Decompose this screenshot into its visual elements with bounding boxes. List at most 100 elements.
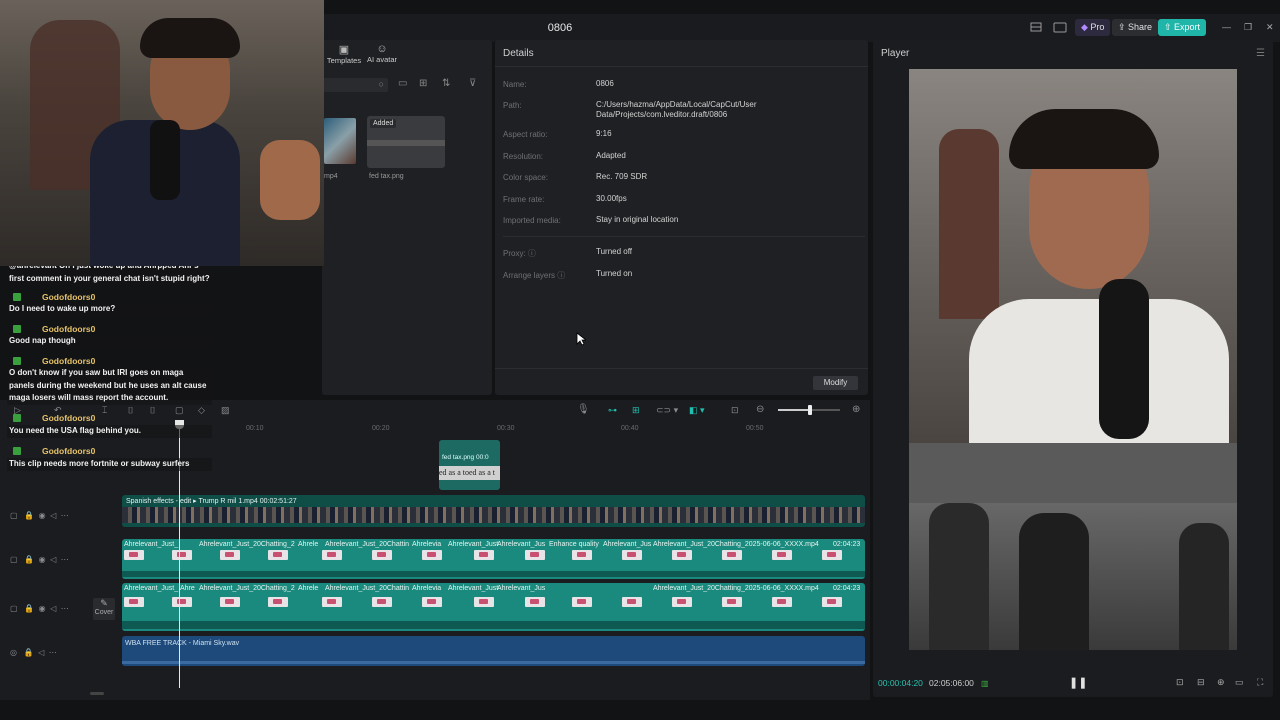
cover-button[interactable]: ✎ Cover <box>93 598 115 620</box>
pro-label: Pro <box>1090 22 1105 32</box>
audio-icon[interactable]: ◎ <box>10 648 17 657</box>
clip-track-b[interactable]: Ahrelevant_Just_ Ahre Ahrelevant_Just_20… <box>122 583 865 631</box>
clip-track-a[interactable]: Ahrelevant_Just_ Ahrelevant_Just_20Chatt… <box>122 539 865 579</box>
tab-templates[interactable]: ▣ Templates <box>326 43 362 65</box>
more-icon[interactable]: ⋯ <box>61 555 69 564</box>
close-icon[interactable]: ✕ <box>1260 19 1280 36</box>
horizontal-scrollbar[interactable] <box>90 692 104 695</box>
timecode-mode-icon[interactable]: ▥ <box>981 679 989 688</box>
zoom-out-icon[interactable]: ⊖ <box>756 404 764 415</box>
clip-label: Ahrelevant_Just_20Chatting_2 <box>199 541 295 548</box>
clip-thumbnail <box>372 550 392 560</box>
image-edit-icon[interactable]: ▨ <box>221 405 230 416</box>
ruler-tick: 00:30 <box>497 425 515 432</box>
project-title: 0806 <box>547 22 573 34</box>
microphone-icon[interactable]: 🎙 <box>577 404 590 415</box>
overlay-clip-label: fed tax.png 00:0 <box>442 454 489 461</box>
track-controls: ▢ 🔒 ◉ ◁ ⋯ <box>10 604 69 613</box>
track-hide-icon[interactable]: ▢ <box>10 604 18 613</box>
lock-icon[interactable]: 🔒 <box>24 604 34 613</box>
clip-label: Ahrelevant_Just_20Chattin <box>325 541 410 548</box>
arrange-layers-value[interactable]: Turned on <box>596 269 632 278</box>
speaker-icon[interactable]: ◁ <box>38 648 44 657</box>
search-input[interactable]: ○ <box>322 78 388 92</box>
eye-icon[interactable]: ◉ <box>39 555 46 564</box>
grid-icon[interactable]: ⊞ <box>419 78 427 89</box>
chat-message: Do I need to wake up more? <box>7 303 212 316</box>
details-panel: Details Name: 0806 Path: C:/Users/hazma/… <box>495 40 868 395</box>
link-icon[interactable]: ⊂⊃ ▾ <box>656 405 678 416</box>
overlay-image-clip[interactable]: fed tax.png 00:0 ed as a toed as a t <box>439 440 500 490</box>
speaker-icon[interactable]: ◁ <box>50 555 56 564</box>
clip-thumbnail <box>622 550 642 560</box>
clip-label: Enhance quality <box>549 541 599 548</box>
clip-thumbnail <box>672 550 692 560</box>
folder-icon[interactable]: ▭ <box>398 78 407 89</box>
ruler-tick: 00:50 <box>746 425 764 432</box>
eye-icon[interactable]: ◉ <box>39 604 46 613</box>
preview-axis-icon[interactable]: ◧ ▾ <box>689 405 705 416</box>
added-badge: Added <box>370 119 397 128</box>
lock-icon[interactable]: 🔒 <box>24 511 34 520</box>
lock-icon[interactable]: 🔒 <box>24 648 34 657</box>
eye-icon[interactable]: ◉ <box>39 511 46 520</box>
maximize-icon[interactable]: ❐ <box>1238 19 1258 36</box>
share-button[interactable]: ⇪ Share <box>1112 19 1159 36</box>
clip-thumbnail <box>220 597 240 607</box>
layout-icon[interactable] <box>1027 19 1045 36</box>
filter-icon[interactable]: ⊽ <box>469 78 476 89</box>
more-icon[interactable]: ⋯ <box>49 648 57 657</box>
track-hide-icon[interactable]: ▢ <box>10 555 18 564</box>
color-space-value: Rec. 709 SDR <box>596 172 648 181</box>
zoom-in-icon[interactable]: ⊕ <box>852 404 860 415</box>
track-controls: ◎ 🔒 ◁ ⋯ <box>10 648 57 657</box>
auto-snap-icon[interactable]: ⊞ <box>632 405 640 416</box>
proxy-value[interactable]: Turned off <box>596 247 632 256</box>
ruler-tick: 00:10 <box>246 425 264 432</box>
media-thumbnail-image[interactable]: Added <box>367 116 445 168</box>
divider <box>503 236 865 237</box>
audio-clip[interactable]: WBA FREE TRACK - Miami Sky.wav <box>122 636 865 666</box>
fullscreen-icon[interactable]: ⛶ <box>1257 677 1263 688</box>
crop-icon[interactable]: ⊡ <box>1176 677 1184 688</box>
main-video-clip[interactable]: Spanish effects - edit ▸ Trump R mil 1.m… <box>122 495 865 527</box>
ruler-tick: 00:40 <box>621 425 639 432</box>
media-thumbnail-video[interactable] <box>324 118 356 164</box>
export-button[interactable]: ⇧ Export <box>1158 19 1207 36</box>
pro-button[interactable]: ◆ Pro <box>1075 19 1111 36</box>
pause-icon[interactable]: ❚❚ <box>1069 676 1087 689</box>
lock-icon[interactable]: 🔒 <box>24 555 34 564</box>
more-icon[interactable]: ⋯ <box>61 604 69 613</box>
divider <box>495 66 868 67</box>
zoom-slider[interactable] <box>778 405 840 415</box>
modify-button[interactable]: Modify <box>813 376 858 390</box>
focus-icon[interactable]: ⊕ <box>1217 677 1225 688</box>
details-title: Details <box>503 48 534 59</box>
menu-icon[interactable]: ☰ <box>1256 48 1265 59</box>
clip-thumbnail <box>268 597 288 607</box>
aspect-ratio-value: 9:16 <box>596 129 612 138</box>
preview-video-top[interactable] <box>909 69 1237 443</box>
main-clip-filmstrip <box>122 507 865 523</box>
current-time: 00:00:04:20 <box>878 678 923 688</box>
mouse-cursor-icon <box>576 332 586 346</box>
sort-icon[interactable]: ⇅ <box>442 78 450 89</box>
minimize-icon[interactable]: — <box>1216 19 1237 36</box>
clip-thumbnail <box>572 550 592 560</box>
preview-video-bottom[interactable] <box>909 443 1237 650</box>
track-hide-icon[interactable]: ▢ <box>10 511 18 520</box>
speaker-icon[interactable]: ◁ <box>50 511 56 520</box>
caption-icon[interactable]: ⊡ <box>731 405 739 416</box>
more-icon[interactable]: ⋯ <box>61 511 69 520</box>
clip-thumbnail <box>722 550 742 560</box>
tab-ai-avatar[interactable]: ☺ AI avatar <box>364 43 400 64</box>
main-track-magnet-icon[interactable]: ⊶ <box>608 405 617 416</box>
zoom-slider-handle[interactable] <box>808 405 812 415</box>
quality-icon[interactable]: ⊟ <box>1197 677 1205 688</box>
clip-thumbnail <box>422 597 442 607</box>
image-strip <box>367 140 445 146</box>
shortcut-icon[interactable] <box>1051 19 1069 36</box>
speaker-icon[interactable]: ◁ <box>50 604 56 613</box>
audio-waveform <box>122 661 865 664</box>
ratio-icon[interactable]: ▭ <box>1235 677 1244 688</box>
